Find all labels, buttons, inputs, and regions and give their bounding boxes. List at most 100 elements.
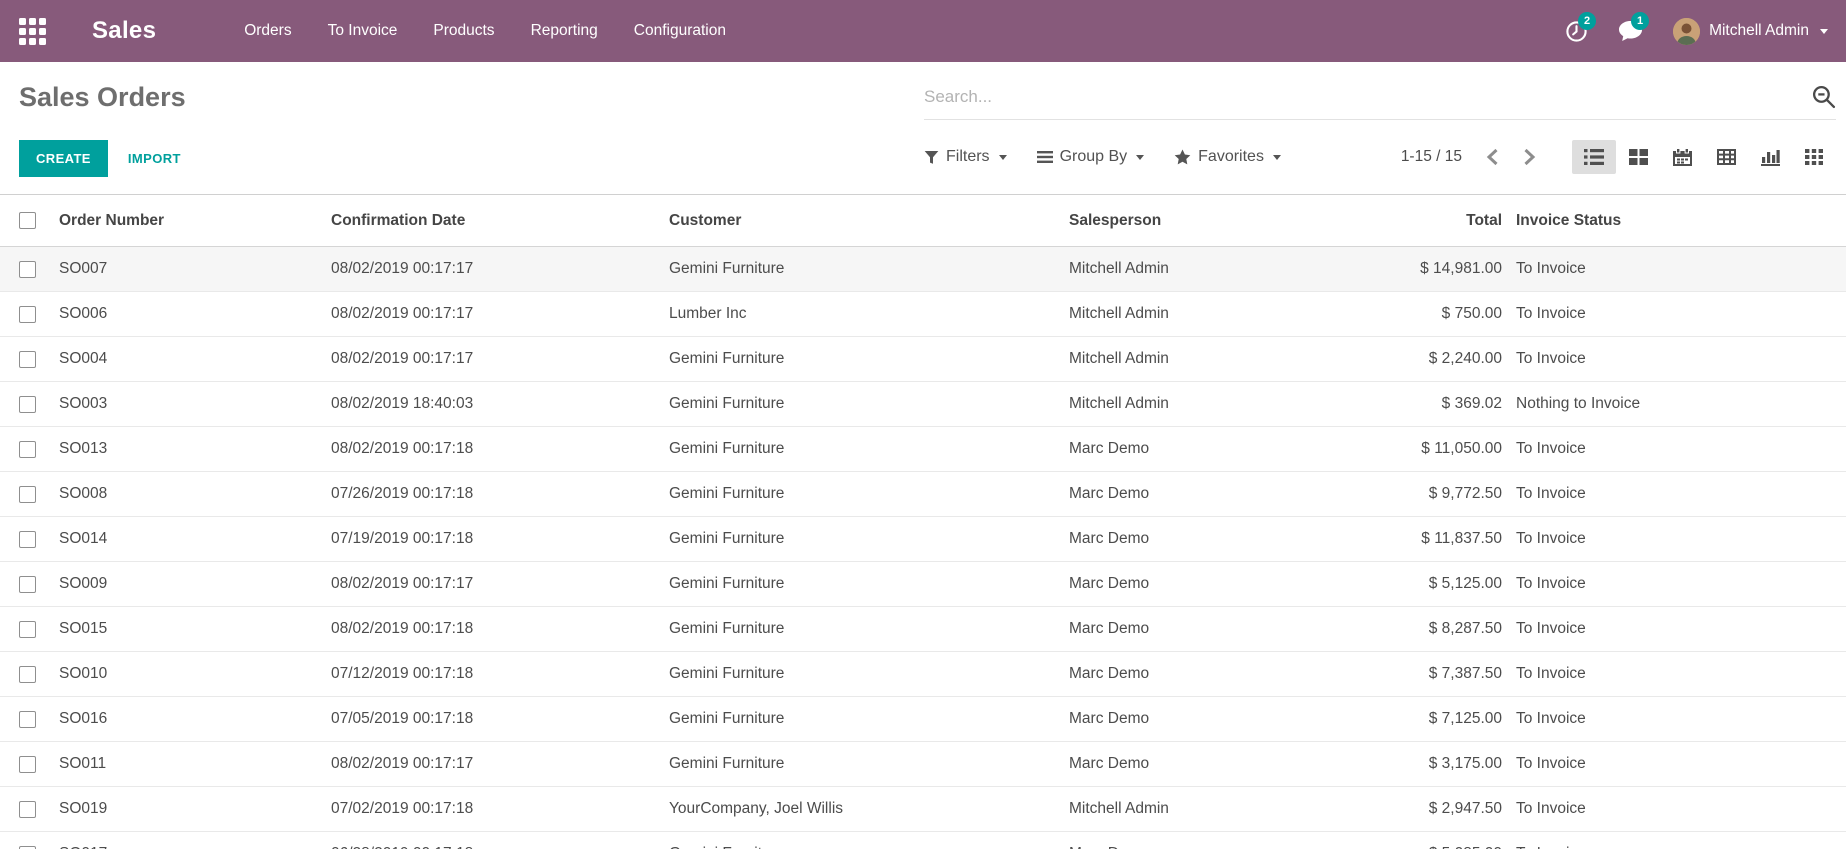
row-checkbox[interactable] [19, 441, 36, 458]
table-row[interactable]: SO009 08/02/2019 00:17:17 Gemini Furnitu… [0, 562, 1846, 607]
order-number-cell: SO014 [59, 530, 331, 548]
row-checkbox[interactable] [19, 261, 36, 278]
group-by-dropdown[interactable]: Group By [1037, 148, 1145, 166]
column-header-order-number[interactable]: Order Number [59, 212, 331, 230]
search-icon[interactable] [1811, 84, 1836, 109]
customer-cell: Gemini Furniture [669, 620, 1069, 638]
table-row[interactable]: SO014 07/19/2019 00:17:18 Gemini Furnitu… [0, 517, 1846, 562]
row-checkbox[interactable] [19, 621, 36, 638]
menu-item-reporting[interactable]: Reporting [531, 22, 598, 40]
kanban-view-button[interactable] [1616, 140, 1660, 174]
salesperson-cell: Marc Demo [1069, 530, 1309, 548]
row-checkbox[interactable] [19, 756, 36, 773]
invoice-status-cell: To Invoice [1510, 620, 1846, 638]
confirmation-date-cell: 08/02/2019 18:40:03 [331, 395, 669, 413]
order-number-cell: SO010 [59, 665, 331, 683]
table-row[interactable]: SO013 08/02/2019 00:17:18 Gemini Furnitu… [0, 427, 1846, 472]
grid-dots-icon [1805, 149, 1823, 165]
table-row[interactable]: SO004 08/02/2019 00:17:17 Gemini Furnitu… [0, 337, 1846, 382]
calendar-view-button[interactable] [1660, 140, 1704, 174]
table-row[interactable]: SO011 08/02/2019 00:17:17 Gemini Furnitu… [0, 742, 1846, 787]
confirmation-date-cell: 07/26/2019 00:17:18 [331, 485, 669, 503]
row-checkbox[interactable] [19, 846, 36, 849]
invoice-status-cell: To Invoice [1510, 260, 1846, 278]
pager-next-button[interactable] [1523, 148, 1536, 166]
confirmation-date-cell: 07/19/2019 00:17:18 [331, 530, 669, 548]
favorites-dropdown[interactable]: Favorites [1174, 148, 1281, 166]
column-header-total[interactable]: Total [1309, 212, 1510, 230]
salesperson-cell: Mitchell Admin [1069, 800, 1309, 818]
table-row[interactable]: SO019 07/02/2019 00:17:18 YourCompany, J… [0, 787, 1846, 832]
table-row[interactable]: SO003 08/02/2019 18:40:03 Gemini Furnitu… [0, 382, 1846, 427]
import-button[interactable]: IMPORT [128, 151, 181, 166]
row-checkbox[interactable] [19, 576, 36, 593]
row-checkbox[interactable] [19, 666, 36, 683]
invoice-status-cell: Nothing to Invoice [1510, 395, 1846, 413]
menu-item-configuration[interactable]: Configuration [634, 22, 726, 40]
messages-count-badge: 1 [1631, 12, 1649, 30]
pager-previous-button[interactable] [1486, 148, 1499, 166]
app-title[interactable]: Sales [92, 17, 156, 45]
total-cell: $ 369.02 [1309, 395, 1510, 413]
total-cell: $ 3,175.00 [1309, 755, 1510, 773]
total-cell: $ 750.00 [1309, 305, 1510, 323]
order-number-cell: SO004 [59, 350, 331, 368]
select-all-checkbox[interactable] [19, 212, 36, 229]
confirmation-date-cell: 08/02/2019 00:17:17 [331, 305, 669, 323]
column-header-confirmation-date[interactable]: Confirmation Date [331, 212, 669, 230]
confirmation-date-cell: 08/02/2019 00:17:17 [331, 350, 669, 368]
table-row[interactable]: SO006 08/02/2019 00:17:17 Lumber Inc Mit… [0, 292, 1846, 337]
search-input[interactable] [924, 87, 1811, 107]
row-checkbox[interactable] [19, 396, 36, 413]
favorites-label: Favorites [1198, 148, 1264, 166]
row-checkbox[interactable] [19, 351, 36, 368]
group-by-label: Group By [1060, 148, 1128, 166]
chevron-down-icon [1273, 155, 1281, 160]
activity-view-button[interactable] [1792, 140, 1836, 174]
table-row[interactable]: SO015 08/02/2019 00:17:18 Gemini Furnitu… [0, 607, 1846, 652]
messages-button[interactable]: 1 [1618, 20, 1643, 42]
apps-menu-button[interactable] [0, 0, 64, 62]
confirmation-date-cell: 08/02/2019 00:17:17 [331, 575, 669, 593]
customer-cell: YourCompany, Joel Willis [669, 800, 1069, 818]
pivot-view-button[interactable] [1704, 140, 1748, 174]
filters-dropdown[interactable]: Filters [924, 148, 1007, 166]
pivot-view-icon [1717, 149, 1736, 165]
customer-cell: Gemini Furniture [669, 575, 1069, 593]
column-header-invoice-status[interactable]: Invoice Status [1510, 212, 1846, 230]
table-row[interactable]: SO008 07/26/2019 00:17:18 Gemini Furnitu… [0, 472, 1846, 517]
row-checkbox[interactable] [19, 801, 36, 818]
user-menu[interactable]: Mitchell Admin [1673, 18, 1828, 45]
user-avatar [1673, 18, 1700, 45]
apps-grid-icon [19, 18, 46, 45]
table-row[interactable]: SO007 08/02/2019 00:17:17 Gemini Furnitu… [0, 247, 1846, 292]
order-number-cell: SO013 [59, 440, 331, 458]
confirmation-date-cell: 06/28/2019 00:17:18 [331, 845, 669, 849]
salesperson-cell: Marc Demo [1069, 485, 1309, 503]
menu-item-to-invoice[interactable]: To Invoice [328, 22, 398, 40]
create-button[interactable]: CREATE [19, 140, 108, 177]
order-number-cell: SO007 [59, 260, 331, 278]
salesperson-cell: Marc Demo [1069, 755, 1309, 773]
table-row[interactable]: SO017 06/28/2019 00:17:18 Gemini Furnitu… [0, 832, 1846, 849]
invoice-status-cell: To Invoice [1510, 845, 1846, 849]
column-header-salesperson[interactable]: Salesperson [1069, 212, 1309, 230]
invoice-status-cell: To Invoice [1510, 350, 1846, 368]
order-number-cell: SO015 [59, 620, 331, 638]
row-checkbox[interactable] [19, 306, 36, 323]
confirmation-date-cell: 08/02/2019 00:17:18 [331, 620, 669, 638]
list-view-button[interactable] [1572, 140, 1616, 174]
row-checkbox[interactable] [19, 486, 36, 503]
column-header-customer[interactable]: Customer [669, 212, 1069, 230]
row-checkbox[interactable] [19, 531, 36, 548]
list-view-icon [1584, 149, 1604, 165]
table-row[interactable]: SO010 07/12/2019 00:17:18 Gemini Furnitu… [0, 652, 1846, 697]
graph-view-button[interactable] [1748, 140, 1792, 174]
activities-button[interactable]: 2 [1565, 20, 1588, 43]
salesperson-cell: Mitchell Admin [1069, 350, 1309, 368]
menu-item-orders[interactable]: Orders [244, 22, 291, 40]
customer-cell: Gemini Furniture [669, 710, 1069, 728]
table-row[interactable]: SO016 07/05/2019 00:17:18 Gemini Furnitu… [0, 697, 1846, 742]
menu-item-products[interactable]: Products [433, 22, 494, 40]
row-checkbox[interactable] [19, 711, 36, 728]
